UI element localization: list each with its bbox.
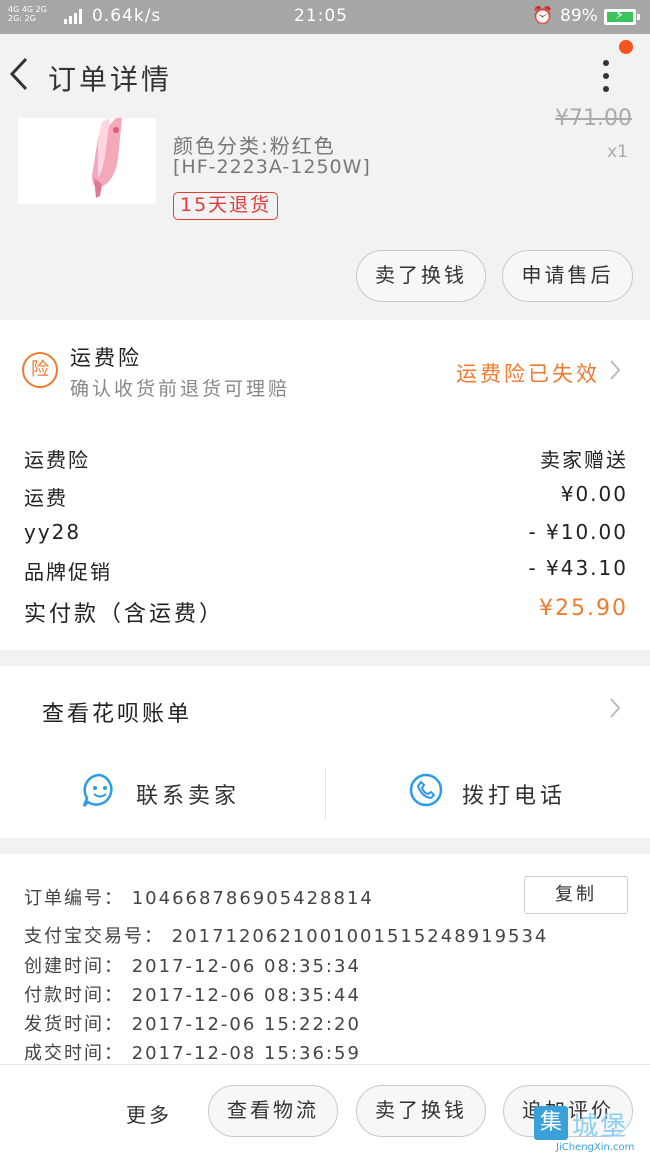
chat-bubble-icon[interactable] (82, 772, 118, 808)
chevron-right-icon[interactable] (608, 358, 622, 382)
site-watermark: 集 城堡 JiChengXin.com (528, 1104, 650, 1155)
huabei-bill-link[interactable]: 查看花呗账单 (42, 696, 192, 728)
battery-percent: 89% (560, 6, 598, 26)
created-time: 创建时间： 2017-12-06 08:35:34 (24, 956, 361, 977)
alipay-trade-number: 支付宝交易号： 2017120621001001515248919534 (24, 926, 549, 947)
product-section: 颜色分类:粉红色 [HF-2223A-1250W] 15天退货 ¥71.00 x… (0, 106, 650, 318)
return-policy-badge: 15天退货 (173, 192, 279, 220)
copy-button[interactable]: 复制 (524, 876, 628, 914)
more-vertical-icon[interactable] (594, 56, 618, 96)
page-title: 订单详情 (48, 63, 173, 96)
total-label: 实付款（含运费） (24, 602, 225, 627)
completed-time: 成交时间： 2017-12-08 15:36:59 (24, 1043, 361, 1064)
order-info-card: 订单编号： 104668786905428814 复制 支付宝交易号： 2017… (0, 854, 650, 1064)
divider (325, 768, 326, 820)
watermark-logo: 集 (534, 1106, 568, 1140)
cost-value: - ¥43.10 (528, 556, 628, 580)
call-button[interactable]: 拨打电话 (462, 778, 566, 810)
color-attribute: 颜色分类:粉红色 (173, 134, 336, 158)
model-attribute: [HF-2223A-1250W] (173, 156, 371, 178)
watermark-text: 城堡 (572, 1112, 629, 1142)
phone-icon[interactable] (408, 772, 444, 808)
insurance-status[interactable]: 运费险已失效 (456, 358, 600, 388)
alarm-icon: ⏰ (532, 6, 554, 26)
back-arrow-icon[interactable] (6, 54, 36, 94)
cost-value: ¥0.00 (560, 482, 628, 506)
cost-value: 卖家赠送 (540, 448, 628, 472)
notification-dot (619, 40, 633, 54)
cost-card: 险 运费险 确认收货前退货可理赔 运费险已失效 运费险 卖家赠送 运费 ¥0.0… (0, 320, 650, 650)
contact-card: 查看花呗账单 联系卖家 拨打电话 (0, 666, 650, 838)
paid-time: 付款时间： 2017-12-06 08:35:44 (24, 985, 361, 1006)
insurance-subtitle: 确认收货前退货可理赔 (70, 378, 291, 400)
sell-button[interactable]: 卖了换钱 (356, 1085, 486, 1137)
sell-button[interactable]: 卖了换钱 (356, 250, 486, 302)
app-header: 订单详情 (0, 34, 650, 118)
cost-label: 运费险 (24, 448, 90, 472)
view-logistics-button[interactable]: 查看物流 (208, 1085, 338, 1137)
product-price: ¥71.00 (555, 106, 632, 131)
product-quantity: x1 (607, 142, 628, 162)
watermark-url: JiChengXin.com (556, 1142, 635, 1153)
total-value: ¥25.90 (539, 596, 628, 621)
cost-label: 运费 (24, 486, 68, 510)
status-bar: 4G 4G 2G 2G: 2G 0.64k/s 21:05 ⏰ 89% ⚡ (0, 0, 650, 34)
cost-label: 品牌促销 (24, 560, 112, 584)
order-number: 订单编号： 104668786905428814 (24, 888, 374, 909)
after-sales-button[interactable]: 申请售后 (502, 250, 633, 302)
contact-seller-button[interactable]: 联系卖家 (136, 778, 240, 810)
cost-label: yy28 (24, 520, 82, 544)
signal-icon (64, 8, 86, 24)
cost-value: - ¥10.00 (528, 520, 628, 544)
battery-charging-icon: ⚡ (604, 8, 636, 25)
shipped-time: 发货时间： 2017-12-06 15:22:20 (24, 1014, 361, 1035)
insurance-icon: 险 (22, 352, 58, 388)
product-thumbnail[interactable] (18, 118, 156, 204)
insurance-title: 运费险 (70, 346, 142, 370)
battery-tip (637, 14, 640, 20)
clock: 21:05 (294, 6, 348, 26)
chevron-right-icon[interactable] (608, 696, 622, 720)
more-button[interactable]: 更多 (126, 1099, 172, 1128)
signal-label: 4G 4G 2G 2G: 2G (8, 5, 47, 23)
network-speed: 0.64k/s (92, 6, 162, 26)
